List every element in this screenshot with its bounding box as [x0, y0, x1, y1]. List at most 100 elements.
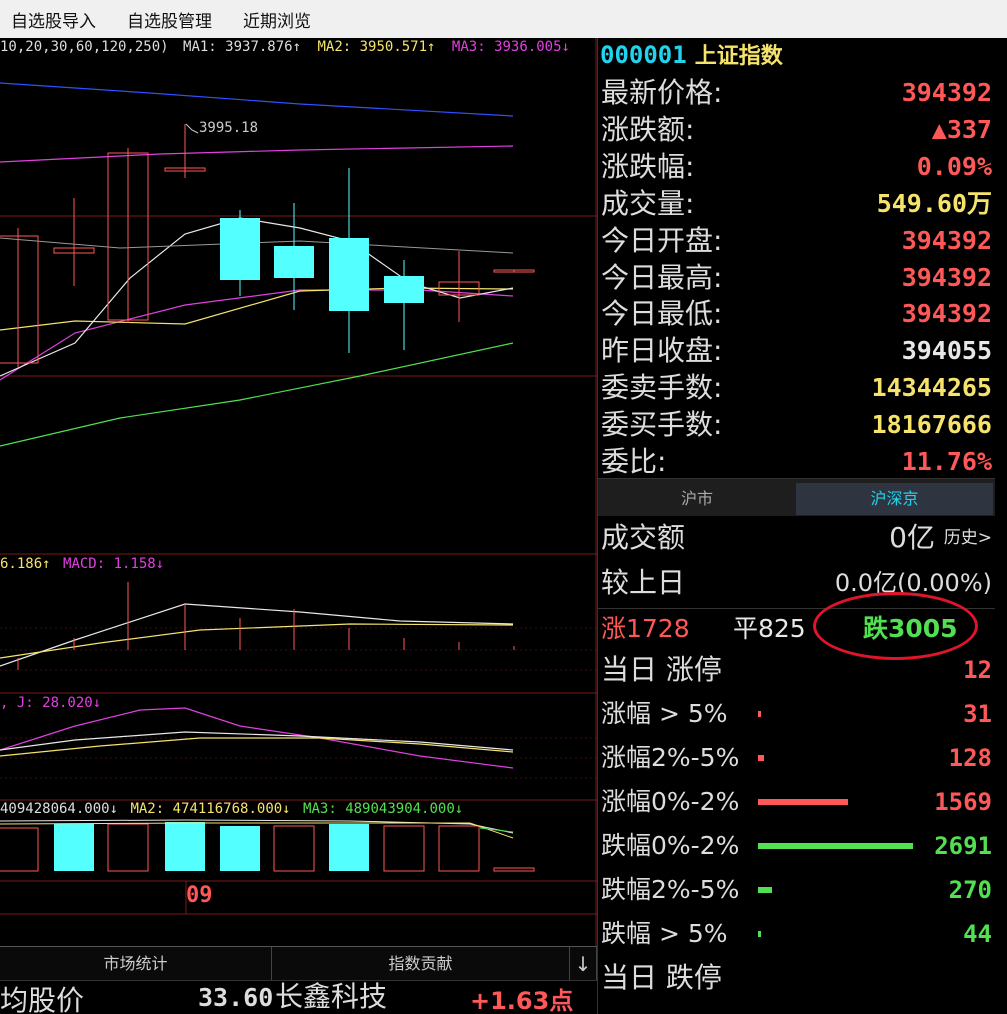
quote-row: 委比: 11.76% — [598, 443, 995, 480]
macd-dif-value: 6.186↑ — [0, 556, 51, 572]
flat-count: 平825 — [733, 614, 806, 643]
quote-row-label: 今日最高: — [601, 260, 723, 294]
quote-row-value: 394392 — [901, 262, 992, 292]
turnover-row: 成交额 0亿 历史> — [598, 518, 995, 558]
ma1-value: MA1: 3937.876↑ — [183, 39, 302, 55]
limit-down-row: 当日 跌停 — [598, 956, 995, 1000]
index-code: 000001 — [600, 41, 687, 69]
menu-manage-watchlist[interactable]: 自选股管理 — [127, 7, 212, 32]
distribution-bar — [758, 799, 848, 805]
ma2-value: MA2: 3950.571↑ — [317, 39, 436, 55]
kdj-legend: , J: 28.020↓ — [0, 695, 101, 713]
limit-up-label: 当日 涨停 — [601, 653, 722, 686]
quote-row: 昨日收盘: 394055 — [598, 332, 995, 369]
distribution-row: 涨幅 > 5% 31 — [598, 692, 995, 736]
quote-row-label: 最新价格: — [601, 76, 723, 109]
quote-row-value: 394055 — [901, 336, 992, 366]
volume-bar-down — [220, 826, 260, 871]
candle-down — [329, 238, 369, 311]
tab-sh-market[interactable]: 沪市 — [598, 483, 796, 515]
history-link[interactable]: 历史> — [944, 518, 992, 558]
quote-row: 最新价格: 394392 — [598, 74, 995, 111]
distribution-value: 128 — [948, 744, 992, 772]
ma-params: 10,20,30,60,120,250) — [0, 39, 169, 55]
volume-bar-up — [107, 823, 149, 872]
quote-row-label: 委比: — [601, 445, 667, 478]
collapse-arrow-icon[interactable]: ↓ — [570, 947, 597, 981]
quote-row-label: 昨日收盘: — [601, 334, 723, 368]
ma-legend: 10,20,30,60,120,250) MA1: 3937.876↑ MA2:… — [0, 39, 570, 57]
quote-row-label: 成交量: — [601, 186, 695, 220]
volume-bar-up — [438, 825, 480, 872]
tab-market-stats[interactable]: 市场统计 — [0, 947, 272, 981]
distribution-label: 跌幅2%-5% — [601, 875, 740, 904]
index-name: 上证指数 — [694, 44, 783, 69]
quote-row: 涨跌额: ▲337 — [598, 111, 995, 148]
date-axis-label: 09 — [186, 883, 213, 908]
kline-chart[interactable]: 10,20,30,60,120,250) MA1: 3937.876↑ MA2:… — [0, 38, 597, 946]
distribution-label: 涨幅0%-2% — [601, 787, 740, 816]
tab-sh-sz-bj-market[interactable]: 沪深京 — [796, 483, 993, 515]
vol-ma2-value: MA2: 474116768.000↓ — [130, 801, 291, 817]
distribution-label: 涨幅 > 5% — [601, 699, 728, 728]
quote-row: 成交量: 549.60万 — [598, 185, 995, 222]
contrib-stock-value: +1.63点 — [470, 987, 574, 1014]
turnover-value: 0亿 — [889, 521, 935, 554]
candle-down — [384, 276, 424, 303]
candle-down — [274, 246, 314, 278]
distribution-row: 跌幅2%-5% 270 — [598, 868, 995, 912]
quote-title: 000001 上证指数 — [600, 38, 783, 72]
quote-row-label: 今日开盘: — [601, 223, 723, 257]
menu-bar: 自选股导入 自选股管理 近期浏览 — [0, 0, 1007, 38]
quote-row-value: 18167666 — [871, 410, 992, 440]
distribution-bar — [758, 931, 761, 937]
limit-up-value: 12 — [963, 656, 992, 684]
quote-row-label: 委卖手数: — [601, 371, 723, 405]
vol-ma3-line — [479, 827, 514, 833]
avg-price-label: 均股价 — [0, 984, 85, 1014]
distribution-bar — [758, 887, 772, 893]
market-segment-tabs: 沪市 沪深京 — [598, 478, 995, 516]
quote-row: 今日开盘: 394392 — [598, 222, 995, 259]
vs-prev-label: 较上日 — [601, 566, 686, 599]
quote-row-label: 委买手数: — [601, 408, 723, 442]
contrib-stock-name[interactable]: 长鑫科技 — [275, 975, 387, 1014]
distribution-row: 涨幅0%-2% 1569 — [598, 780, 995, 824]
quote-row-label: 今日最低: — [601, 297, 723, 331]
quote-row: 涨跌幅: 0.09% — [598, 148, 995, 185]
distribution-value: 1569 — [934, 788, 992, 816]
menu-recent-browse[interactable]: 近期浏览 — [243, 7, 311, 32]
quote-panel: 000001 上证指数 最新价格: 394392 涨跌额: ▲337 涨跌幅: 0.09% 成… — [597, 38, 1007, 1014]
quote-row-value: 11.76% — [901, 447, 992, 476]
peak-pointer — [185, 123, 199, 134]
limit-up-row: 当日 涨停 12 — [598, 648, 995, 692]
kdj-j-value: , J: 28.020↓ — [0, 695, 102, 711]
distribution-label: 跌幅 > 5% — [601, 919, 728, 948]
distribution-label: 跌幅0%-2% — [601, 831, 740, 860]
quote-row-value: 394392 — [901, 299, 992, 329]
distribution-row: 跌幅0%-2% 2691 — [598, 824, 995, 868]
volume-legend: 409428064.000↓ MA2: 474116768.000↓ MA3: … — [0, 801, 463, 819]
menu-import-watchlist[interactable]: 自选股导入 — [11, 7, 96, 32]
macd-dif-line — [0, 603, 514, 667]
kdj-k-line — [0, 731, 514, 751]
distribution-bar — [758, 843, 913, 849]
kdj-d-line — [0, 737, 514, 757]
distribution-value: 270 — [948, 876, 992, 904]
vol-ma1-value: 409428064.000↓ — [0, 801, 119, 817]
quote-row-value: 394392 — [901, 225, 992, 255]
distribution-value: 44 — [963, 920, 992, 948]
quote-row-value: 394392 — [901, 78, 992, 107]
volume-bar-down — [54, 824, 94, 871]
peak-label: 3995.18 — [199, 120, 259, 136]
quote-row-value: 0.09% — [916, 151, 992, 181]
volume-bar-up — [0, 827, 39, 872]
ma-blue-line — [0, 82, 514, 117]
ma3-value: MA3: 3936.005↓ — [451, 39, 570, 55]
macd-dea-line — [0, 623, 514, 659]
limit-down-label: 当日 跌停 — [601, 961, 722, 994]
ma-green-line — [0, 342, 514, 447]
distribution-value: 2691 — [934, 832, 992, 860]
macd-legend: 6.186↑ MACD: 1.158↓ — [0, 556, 164, 574]
volume-bar-up — [383, 825, 425, 872]
